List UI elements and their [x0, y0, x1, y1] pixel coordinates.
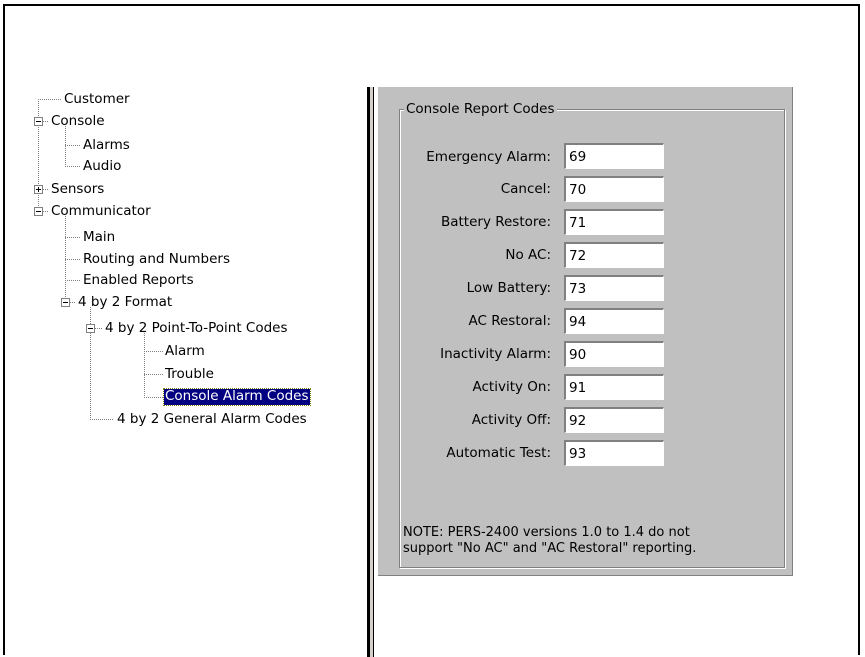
version-note-line-2: support "No AC" and "AC Restoral" report…	[403, 541, 697, 556]
tree-item-enabled-reports[interactable]: Enabled Reports	[83, 273, 194, 289]
activity-on-label: Activity On:	[472, 379, 551, 395]
version-note-line-1: NOTE: PERS-2400 versions 1.0 to 1.4 do n…	[403, 525, 690, 540]
tree-item-console-alarm-codes[interactable]: Console Alarm Codes	[163, 388, 311, 406]
automatic-test-field[interactable]	[564, 440, 664, 466]
tree-item-sensors[interactable]: Sensors	[51, 182, 104, 198]
tree-item-alarm[interactable]: Alarm	[165, 344, 205, 360]
tree-collapse-4by2-format-icon[interactable]	[61, 298, 70, 307]
ac-restoral-label: AC Restoral:	[468, 313, 551, 329]
tree-item-4by2-format[interactable]: 4 by 2 Format	[78, 295, 172, 311]
tree-item-alarms[interactable]: Alarms	[83, 138, 130, 154]
console-report-codes-panel: Console Report Codes Emergency Alarm: Ca…	[378, 87, 793, 576]
ac-restoral-field[interactable]	[564, 308, 664, 334]
tree-item-4by2-point-to-point-codes[interactable]: 4 by 2 Point-To-Point Codes	[105, 321, 288, 337]
activity-off-label: Activity Off:	[471, 412, 551, 428]
no-ac-field[interactable]	[564, 242, 664, 268]
battery-restore-label: Battery Restore:	[440, 214, 551, 230]
emergency-alarm-label: Emergency Alarm:	[426, 149, 551, 165]
tree-item-console[interactable]: Console	[51, 114, 105, 130]
emergency-alarm-field[interactable]	[564, 143, 664, 169]
tree-item-4by2-general-alarm-codes[interactable]: 4 by 2 General Alarm Codes	[117, 412, 307, 428]
activity-on-field[interactable]	[564, 374, 664, 400]
tree-expand-sensors-icon[interactable]	[34, 185, 43, 194]
inactivity-alarm-label: Inactivity Alarm:	[440, 346, 551, 362]
activity-off-field[interactable]	[564, 407, 664, 433]
tree-item-routing-and-numbers[interactable]: Routing and Numbers	[83, 252, 230, 268]
tree-item-audio[interactable]: Audio	[83, 159, 121, 175]
low-battery-field[interactable]	[564, 275, 664, 301]
no-ac-label: No AC:	[505, 247, 551, 263]
version-note: NOTE: PERS-2400 versions 1.0 to 1.4 do n…	[403, 525, 783, 557]
groupbox-title: Console Report Codes	[404, 101, 557, 117]
cancel-label: Cancel:	[500, 181, 551, 197]
cancel-field[interactable]	[564, 176, 664, 202]
inactivity-alarm-field[interactable]	[564, 341, 664, 367]
low-battery-label: Low Battery:	[466, 280, 551, 296]
pane-splitter-edge	[373, 87, 374, 657]
tree-item-communicator[interactable]: Communicator	[51, 204, 151, 220]
automatic-test-label: Automatic Test:	[446, 445, 551, 461]
tree-item-trouble[interactable]: Trouble	[165, 367, 214, 383]
tree-collapse-communicator-icon[interactable]	[34, 207, 43, 216]
tree-item-main[interactable]: Main	[83, 230, 115, 246]
tree-collapse-console-icon[interactable]	[34, 117, 43, 126]
tree-collapse-point-to-point-icon[interactable]	[86, 324, 95, 333]
battery-restore-field[interactable]	[564, 209, 664, 235]
tree-item-customer[interactable]: Customer	[64, 92, 130, 108]
